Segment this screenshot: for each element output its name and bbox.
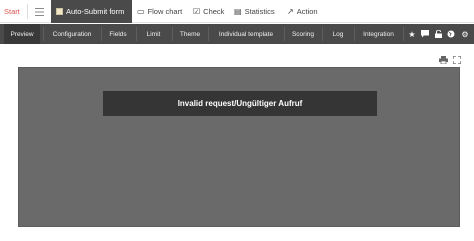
start-link[interactable]: Start xyxy=(4,0,20,23)
tab-configuration[interactable]: Configuration xyxy=(45,24,99,44)
form-nav-bar: Preview Configuration Fields Limit Theme… xyxy=(0,24,474,44)
nav-divider xyxy=(172,27,173,41)
check-button[interactable]: ☑ Check xyxy=(193,0,224,23)
check-icon: ☑ xyxy=(193,6,201,16)
nav-divider xyxy=(101,27,102,41)
action-button[interactable]: ↗ Action xyxy=(287,0,318,23)
error-message-text: Invalid request/Ungültiger Aufruf xyxy=(177,99,303,108)
tab-integration[interactable]: Integration xyxy=(356,24,401,44)
gear-icon[interactable]: ⚙ xyxy=(459,24,471,44)
printer-shape xyxy=(438,56,448,65)
tab-theme[interactable]: Theme xyxy=(174,24,206,44)
tab-scoring[interactable]: Scoring xyxy=(286,24,320,44)
comment-shape xyxy=(421,30,429,38)
nav-divider xyxy=(284,27,285,41)
print-icon[interactable] xyxy=(438,56,448,65)
nav-divider xyxy=(136,27,137,41)
tab-log[interactable]: Log xyxy=(324,24,352,44)
tab-individual-template[interactable]: Individual template xyxy=(210,24,282,44)
flow-chart-label: Flow chart xyxy=(147,7,183,16)
list-icon[interactable] xyxy=(32,0,46,23)
fullscreen-icon[interactable] xyxy=(452,55,462,65)
flow-chart-icon: ▭ xyxy=(137,6,145,16)
arrow-icon: ↗ xyxy=(287,6,294,16)
nav-divider xyxy=(208,27,209,41)
star-icon[interactable]: ★ xyxy=(406,24,418,44)
globe-shape xyxy=(447,30,455,38)
flow-chart-button[interactable]: ▭ Flow chart xyxy=(137,0,182,23)
nav-divider xyxy=(322,27,323,41)
list-lines-icon xyxy=(34,7,44,16)
nav-divider xyxy=(354,27,355,41)
tab-fields[interactable]: Fields xyxy=(103,24,133,44)
globe-icon[interactable] xyxy=(445,24,457,44)
expand-arrows-shape xyxy=(452,55,462,65)
auto-submit-form-label: Auto-Submit form xyxy=(66,7,125,16)
check-label: Check xyxy=(203,7,225,16)
form-icon xyxy=(56,8,63,15)
unlock-icon[interactable] xyxy=(432,24,444,44)
statistics-button[interactable]: ▤ Statistics xyxy=(234,0,275,23)
nav-divider xyxy=(403,27,404,41)
padlock-shape xyxy=(434,30,442,38)
comment-icon[interactable] xyxy=(419,24,431,44)
statistics-label: Statistics xyxy=(244,7,275,16)
tab-preview[interactable]: Preview xyxy=(4,24,40,44)
top-toolbar: Start Auto-Submit form ▭ Flow chart ☑ Ch… xyxy=(0,0,474,23)
auto-submit-form-tab[interactable]: Auto-Submit form xyxy=(51,0,132,23)
tab-limit[interactable]: Limit xyxy=(138,24,169,44)
form-preview-frame: Invalid request/Ungültiger Aufruf xyxy=(18,67,460,227)
action-label: Action xyxy=(296,7,318,16)
toolbar-divider xyxy=(27,4,28,19)
nav-divider xyxy=(43,27,44,41)
bar-chart-icon: ▤ xyxy=(234,6,242,16)
error-message-box: Invalid request/Ungültiger Aufruf xyxy=(103,91,377,116)
